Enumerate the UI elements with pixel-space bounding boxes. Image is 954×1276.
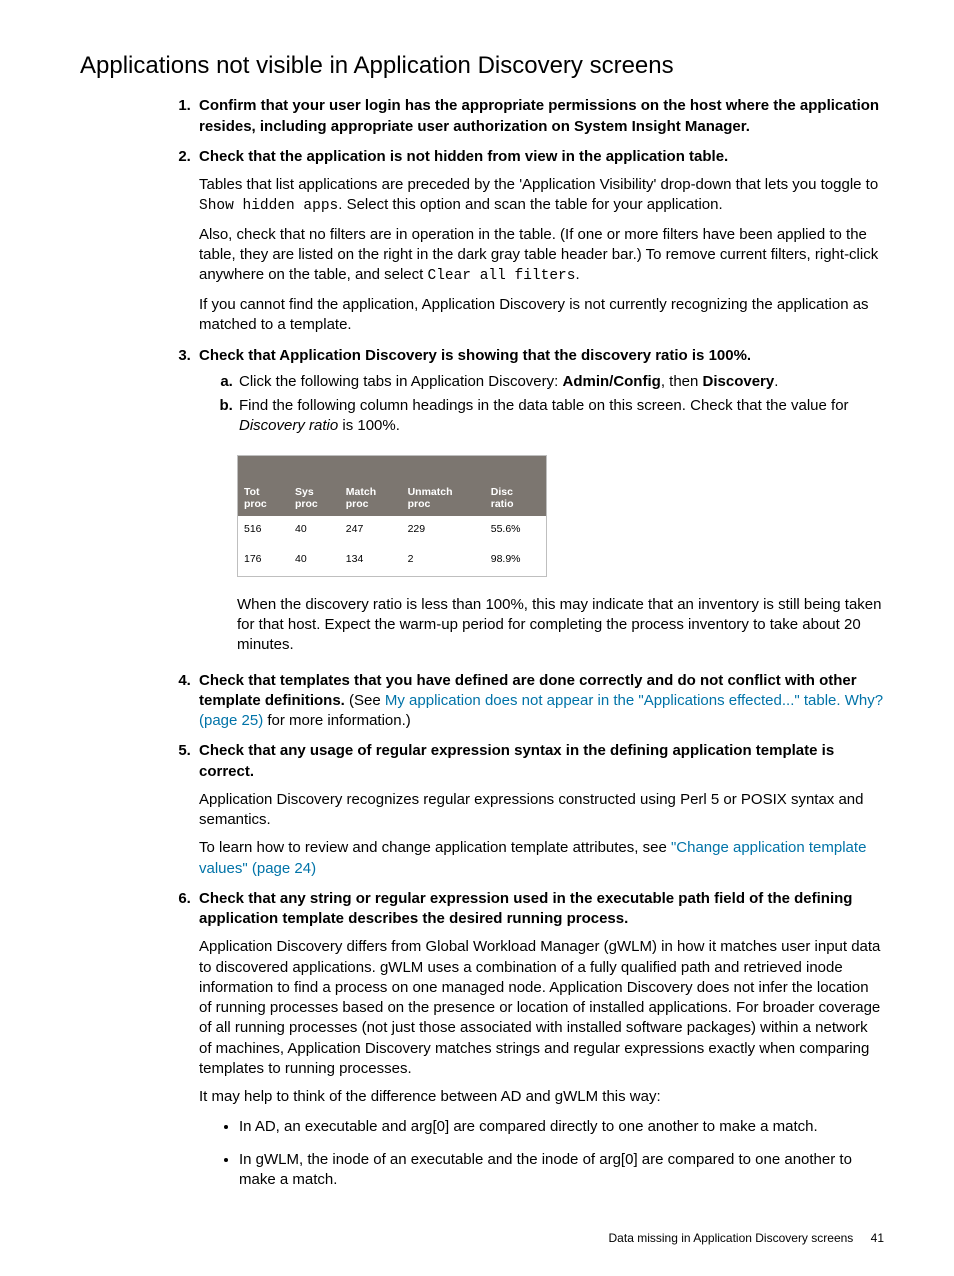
item-2-paragraph-2: Also, check that no filters are in opera…	[199, 225, 884, 287]
table-row: 176 40 134 2 98.9%	[238, 546, 547, 577]
page-footer: Data missing in Application Discovery sc…	[80, 1230, 884, 1246]
th-match-proc: Matchproc	[340, 482, 402, 516]
item-2-paragraph-1: Tables that list applications are preced…	[199, 175, 884, 217]
item-2-heading: Check that the application is not hidden…	[199, 148, 728, 165]
item-3-heading: Check that Application Discovery is show…	[199, 347, 751, 364]
list-item-2: Check that the application is not hidden…	[195, 147, 884, 336]
item-3b: Find the following column headings in th…	[237, 396, 884, 437]
item-3-after-paragraph: When the discovery ratio is less than 10…	[237, 595, 884, 656]
code-show-hidden-apps: Show hidden apps	[199, 198, 338, 214]
discovery-ratio-table: Totproc Sysproc Matchproc Unmatchproc Di…	[237, 455, 547, 577]
section-title: Applications not visible in Application …	[80, 50, 884, 82]
item-6-bullets: In AD, an executable and arg[0] are comp…	[199, 1117, 884, 1190]
item-6-heading: Check that any string or regular express…	[199, 890, 852, 927]
item-5-heading: Check that any usage of regular expressi…	[199, 742, 834, 779]
th-unmatch-proc: Unmatchproc	[402, 482, 485, 516]
bullet-gwlm: In gWLM, the inode of an executable and …	[239, 1150, 884, 1191]
item-5-paragraph-2: To learn how to review and change applic…	[199, 838, 884, 879]
item-3-sublist: Click the following tabs in Application …	[199, 372, 884, 437]
table-row: 516 40 247 229 55.6%	[238, 516, 547, 546]
item-5-paragraph-1: Application Discovery recognizes regular…	[199, 790, 884, 831]
footer-section-title: Data missing in Application Discovery sc…	[609, 1231, 854, 1245]
list-item-1: Confirm that your user login has the app…	[195, 96, 884, 137]
item-6-paragraph-1: Application Discovery differs from Globa…	[199, 937, 884, 1079]
list-item-5: Check that any usage of regular expressi…	[195, 741, 884, 879]
list-item-3: Check that Application Discovery is show…	[195, 346, 884, 656]
list-item-4: Check that templates that you have defin…	[195, 671, 884, 732]
footer-page-number: 41	[871, 1231, 884, 1245]
item-6-paragraph-2: It may help to think of the difference b…	[199, 1087, 884, 1107]
main-ordered-list: Confirm that your user login has the app…	[80, 96, 884, 1190]
item-2-paragraph-3: If you cannot find the application, Appl…	[199, 295, 884, 336]
item-3a: Click the following tabs in Application …	[237, 372, 884, 392]
th-sys-proc: Sysproc	[289, 482, 340, 516]
code-clear-all-filters: Clear all filters	[428, 268, 576, 284]
bullet-ad: In AD, an executable and arg[0] are comp…	[239, 1117, 884, 1137]
list-item-6: Check that any string or regular express…	[195, 889, 884, 1190]
item-1-heading: Confirm that your user login has the app…	[199, 97, 879, 134]
th-disc-ratio: Discratio	[485, 482, 547, 516]
th-tot-proc: Totproc	[238, 482, 290, 516]
